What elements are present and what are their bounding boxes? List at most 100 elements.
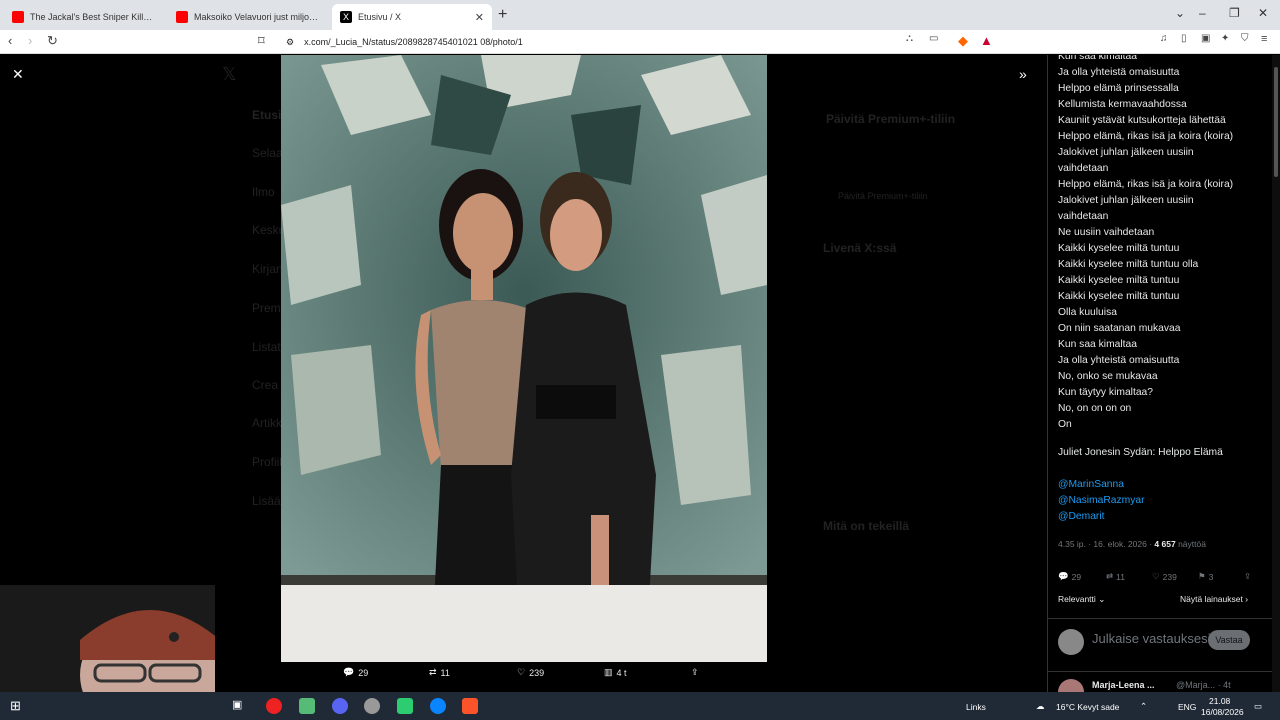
bg-nav-more: Lisää	[252, 494, 281, 508]
tweet-line: On niin saatanan mukavaa	[1058, 323, 1181, 334]
app-icon[interactable]	[397, 698, 413, 714]
bg-nav-lists: Listat	[252, 340, 281, 354]
youtube-icon	[12, 11, 24, 23]
close-viewer-icon[interactable]: ✕	[12, 66, 24, 83]
bg-nav-explore: Selaa	[252, 146, 283, 160]
webcam-image	[80, 610, 215, 692]
bookmark-button[interactable]: ⚑ 3	[1198, 571, 1213, 582]
address-bar[interactable]: ⚙ x.com/_Lucia_N/status/2089828745401021…	[280, 33, 1000, 51]
reply-sort-dropdown[interactable]: Relevantti ⌄	[1058, 594, 1105, 605]
tweet-line: Kaikki kyselee miltä tuntuu olla	[1058, 259, 1199, 270]
chevron-down-icon: ⌄	[1098, 594, 1106, 604]
forward-icon[interactable]: ›	[28, 33, 32, 48]
reply-button[interactable]: 💬 29	[1058, 571, 1081, 582]
back-icon[interactable]: ‹	[8, 33, 12, 48]
tweet-line: Ne uusiin vaihdetaan	[1058, 227, 1155, 238]
song-credit: Juliet Jonesin Sydän: Helppo Elämä	[1058, 447, 1223, 458]
browser-tab-3-active[interactable]: X Etusivu / X ✕	[332, 4, 492, 30]
browser-tab-bar: The Jackal's Best Sniper Kills | The Da …	[0, 0, 1280, 30]
brave-rewards-icon[interactable]: ▲	[980, 33, 993, 48]
tweet-line: vaihdetaan	[1058, 211, 1109, 222]
tweet-line: Kun saa kimaltaa	[1058, 339, 1137, 350]
bookmark-icon[interactable]: ⌑	[258, 33, 265, 49]
photo-repost-button[interactable]: ⇄ 11	[429, 667, 450, 678]
tweet-line: Kun täytyy kimaltaa?	[1058, 387, 1154, 398]
bookmark-icon: ⚑	[1198, 571, 1206, 581]
windows-start-icon[interactable]: ⊞	[10, 698, 26, 714]
tweet-photo[interactable]	[281, 55, 767, 662]
photo-like-button[interactable]: ♡ 239	[517, 667, 544, 678]
wallet-icon[interactable]: ▣	[1201, 33, 1210, 44]
reply-author[interactable]: Marja-Leena ...	[1092, 680, 1155, 690]
reply-input[interactable]: Julkaise vastauksesi	[1092, 632, 1211, 646]
cloud-icon: ☁	[1036, 701, 1045, 711]
brave-shield-icon[interactable]: ◆	[958, 33, 968, 49]
media-icon[interactable]: ♫	[1160, 33, 1168, 44]
tweet-timestamp[interactable]: 4.35 ip. · 16. elok. 2026 ·	[1058, 539, 1152, 549]
browser-tab-1[interactable]: The Jackal's Best Sniper Kills | The Da	[4, 4, 164, 30]
photo-reply-button[interactable]: 💬 29	[343, 667, 368, 678]
share-icon: ⇪	[1244, 571, 1252, 581]
weather-widget[interactable]: 16°C Kevyt sade	[1056, 702, 1119, 712]
translate-icon[interactable]: ⛬	[906, 33, 913, 44]
repost-icon: ⇄	[429, 667, 437, 677]
vpn-icon[interactable]: ⛉	[1241, 33, 1249, 44]
tweet-line: Kaikki kyselee miltä tuntuu	[1058, 291, 1180, 302]
share-button[interactable]: ⇪	[1244, 571, 1251, 582]
show-quotes-link[interactable]: Näytä lainaukset ›	[1180, 594, 1248, 604]
tweet-line: Jalokivet juhlan jälkeen uusiin	[1058, 195, 1194, 206]
tweet-line: Kun saa kimaltaa	[1058, 55, 1137, 62]
tweet-text: Kun saa kimaltaa Ja olla yhteistä omaisu…	[1058, 55, 1270, 433]
new-tab-button[interactable]: +	[498, 6, 507, 24]
app-icon[interactable]	[364, 698, 380, 714]
opera-icon[interactable]	[266, 698, 282, 714]
tweet-line: Jalokivet juhlan jälkeen uusiin	[1058, 147, 1194, 158]
scrollbar-thumb[interactable]	[1274, 67, 1278, 177]
photo-views-button[interactable]: ▥ 4 t	[604, 667, 627, 678]
brave-icon[interactable]	[462, 698, 478, 714]
x-icon: X	[340, 11, 352, 23]
scrollbar[interactable]	[1272, 55, 1280, 692]
close-window-button[interactable]: ✕	[1258, 6, 1268, 20]
site-settings-icon[interactable]: ⚙	[286, 37, 294, 48]
edge-icon[interactable]	[430, 698, 446, 714]
clock-time[interactable]: 21.08	[1209, 696, 1230, 706]
app-icon[interactable]	[299, 698, 315, 714]
reply-handle: @Marja... · 4t	[1176, 680, 1231, 690]
collapse-panel-icon[interactable]: »	[1019, 66, 1027, 82]
bg-nav-creator: Crea	[252, 378, 279, 392]
reply-submit-button[interactable]: Vastaa	[1208, 630, 1250, 650]
close-tab-icon[interactable]: ✕	[475, 11, 484, 24]
chevron-up-icon[interactable]: ⌃	[1140, 701, 1147, 712]
tweet-line: Helppo elämä prinsessalla	[1058, 83, 1179, 94]
leo-icon[interactable]: ✦	[1221, 33, 1229, 44]
clock-date[interactable]: 16/08/2026	[1201, 707, 1244, 717]
tweet-meta: 4.35 ip. · 16. elok. 2026 · 4 657 näyttö…	[1058, 539, 1206, 549]
browser-tab-2[interactable]: Maksoiko Velavuori just miljoonan vi	[168, 4, 328, 30]
menu-icon[interactable]: ≡	[1261, 33, 1267, 45]
mention-link[interactable]: @MarinSanna	[1058, 479, 1124, 490]
notification-icon[interactable]: ▭	[1254, 701, 1262, 712]
bg-nav-premium: Prem	[252, 301, 281, 315]
reply-item[interactable]: Marja-Leena ... @Marja... · 4t	[1048, 671, 1272, 692]
restore-button[interactable]: ❐	[1229, 6, 1240, 20]
tweet-line: Ja olla yhteistä omaisuutta	[1058, 355, 1180, 366]
reload-icon[interactable]: ↻	[47, 33, 58, 49]
bg-whats-happening: Mitä on tekeillä	[823, 519, 910, 533]
links-toolbar[interactable]: Links	[966, 702, 986, 712]
language-indicator[interactable]: ENG	[1178, 702, 1196, 712]
like-button[interactable]: ♡ 239	[1152, 571, 1177, 582]
sidebar-icon[interactable]: ▯	[1181, 33, 1187, 44]
discord-icon[interactable]	[332, 698, 348, 714]
minimize-button[interactable]: –	[1199, 6, 1206, 20]
tab-list-icon[interactable]: ⌄	[1175, 6, 1185, 20]
photo-share-button[interactable]: ⇪	[691, 667, 699, 678]
mention-link[interactable]: @NasimaRazmyar	[1058, 495, 1145, 506]
repost-button[interactable]: ⇄ 11	[1106, 571, 1125, 582]
reader-icon[interactable]: ▭	[929, 33, 938, 44]
browser-nav-bar: ‹ › ↻ ⌑ ⚙ x.com/_Lucia_N/status/20898287…	[0, 30, 1280, 54]
mention-link[interactable]: @Demarit	[1058, 511, 1105, 522]
avatar[interactable]	[1058, 679, 1084, 692]
url-text: x.com/_Lucia_N/status/2089828745401021 0…	[304, 37, 523, 47]
task-view-icon[interactable]: ▣	[232, 698, 248, 714]
